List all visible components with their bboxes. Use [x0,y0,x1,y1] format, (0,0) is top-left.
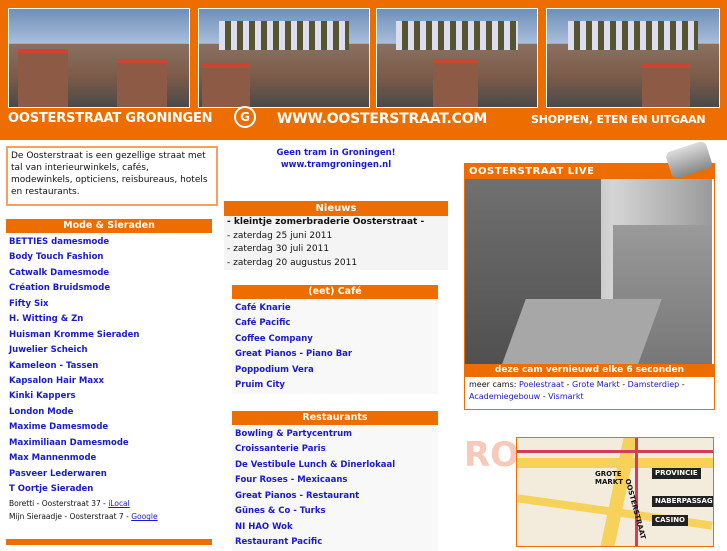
nieuws-heading: Nieuws [224,201,448,216]
mode-link[interactable]: London Mode [6,405,212,420]
restaurant-link[interactable]: De Vestibule Lunch & Dinerlokaal [232,458,438,473]
cafe-link[interactable]: Café Pacific [232,316,438,331]
more-cams: meer cams: Poelestraat - Grote Markt - D… [469,380,685,401]
mode-link[interactable]: Max Mannenmode [6,451,212,466]
ilocal-link[interactable]: iLocal [108,499,130,508]
mode-link[interactable]: H. Witting & Zn [6,312,212,327]
mode-link[interactable]: Body Touch Fashion [6,250,212,265]
news-item: - zaterdag 25 juni 2011 [224,229,448,243]
mode-link[interactable]: Catwalk Damesmode [6,266,212,281]
mode-link[interactable]: Maxime Damesmode [6,420,212,435]
restaurant-link[interactable]: NI HAO Wok [232,520,438,535]
mode-link[interactable]: Huisman Kromme Sieraden [6,328,212,343]
nieuws-section: Nieuws - kleintje zomerbraderie Oosterst… [224,201,448,270]
cafe-link[interactable]: Coffee Company [232,332,438,347]
restaurant-link[interactable]: Günes & Co - Turks [232,504,438,519]
sieraadje-text: Mijn Sieraadje - Oosterstraat 7 - [9,512,132,522]
tram-notice: Geen tram in Groningen! www.tramgroninge… [226,147,446,171]
map-label-provincie: PROVINCIE [652,468,701,479]
map-label-naberpassage: NABERPASSAGE [652,496,713,507]
cam-link-damsterdiep[interactable]: Damsterdiep [628,380,680,389]
mode-link[interactable]: Fifty Six [6,297,212,312]
cam-link-vismarkt[interactable]: Vismarkt [548,392,583,401]
restaurants-heading: Restaurants [232,411,438,425]
restaurant-link[interactable]: Croissanterie Paris [232,442,438,457]
mode-section: Mode & Sieraden BETTIES damesmode Body T… [6,219,212,523]
boretti-line: Boretti - Oosterstraat 37 - iLocal [6,497,212,510]
site-tagline: SHOPPEN, ETEN EN UITGAAN [531,113,706,126]
mode-link[interactable]: BETTIES damesmode [6,235,212,250]
mode-link[interactable]: Maximiliaan Damesmode [6,436,212,451]
mode-link[interactable]: Création Bruidsmode [6,281,212,296]
header-photo-street [376,8,538,108]
map-sign-grote-markt: GROTE MARKT [595,470,623,486]
news-item: - zaterdag 20 augustus 2011 [224,256,448,270]
restaurant-link[interactable]: Restaurant Pacific [232,535,438,550]
cam-link-poelestraat[interactable]: Poelestraat [519,380,564,389]
mode-link[interactable]: Juwelier Scheich [6,343,212,358]
mode-heading: Mode & Sieraden [6,219,212,233]
cafe-heading: (eet) Café [232,285,438,299]
mode-link[interactable]: Kinki Kappers [6,389,212,404]
intro-box: De Oosterstraat is een gezellige straat … [6,146,218,206]
cafe-link[interactable]: Pruim City [232,378,438,393]
google-link[interactable]: Google [131,512,157,521]
cam-caption: deze cam vernieuwd elke 6 seconden [465,364,714,377]
boretti-text: Boretti - Oosterstraat 37 - [9,499,109,509]
next-section-heading [6,539,212,545]
site-url[interactable]: WWW.OOSTERSTRAAT.COM [277,111,487,127]
route-map[interactable]: PROVINCIE NABERPASSAGE CASINO GROTE MARK… [516,437,714,547]
header-photo-shops [546,8,720,108]
route-heading: ROU [464,435,547,475]
restaurant-link[interactable]: Four Roses - Mexicaans [232,473,438,488]
webcam-image[interactable] [465,179,712,364]
mode-link[interactable]: T Oortje Sieraden [6,482,212,497]
mode-link[interactable]: Pasveer Lederwaren [6,467,212,482]
tram-line-1: Geen tram in Groningen! [276,148,396,158]
sieraadje-line: Mijn Sieraadje - Oosterstraat 7 - Google [6,510,212,523]
site-name: OOSTERSTRAAT GRONINGEN [8,111,213,126]
tram-link[interactable]: www.tramgroningen.nl [226,159,446,171]
cafe-section: (eet) Café Café Knarie Café Pacific Coff… [232,285,438,394]
more-cams-label: meer cams: [469,380,519,389]
restaurant-link[interactable]: Bowling & Partycentrum [232,427,438,442]
cam-link-academiegebouw[interactable]: Academiegebouw [469,392,540,401]
cafe-link[interactable]: Café Knarie [232,301,438,316]
cam-link-grote-markt[interactable]: Grote Markt [572,380,620,389]
mode-link[interactable]: Kapsalon Hair Maxx [6,374,212,389]
cafe-link[interactable]: Great Pianos - Piano Bar [232,347,438,362]
header-photo-martinitoren [8,8,190,108]
site-header: OOSTERSTRAAT GRONINGEN G WWW.OOSTERSTRAA… [0,0,727,140]
header-photo-storefronts [198,8,370,108]
groningen-logo-icon: G [234,106,256,128]
map-label-casino: CASINO [652,515,689,526]
cafe-link[interactable]: Poppodium Vera [232,363,438,378]
mode-link[interactable]: Kameleon - Tassen [6,359,212,374]
restaurants-section: Restaurants Bowling & Partycentrum Crois… [232,411,438,551]
restaurant-link[interactable]: Great Pianos - Restaurant [232,489,438,504]
news-item: - zaterdag 30 juli 2011 [224,243,448,257]
news-item: - kleintje zomerbraderie Oosterstraat - [224,216,448,230]
live-cam-panel: OOSTERSTRAAT LIVE deze cam vernieuwd elk… [464,163,715,410]
